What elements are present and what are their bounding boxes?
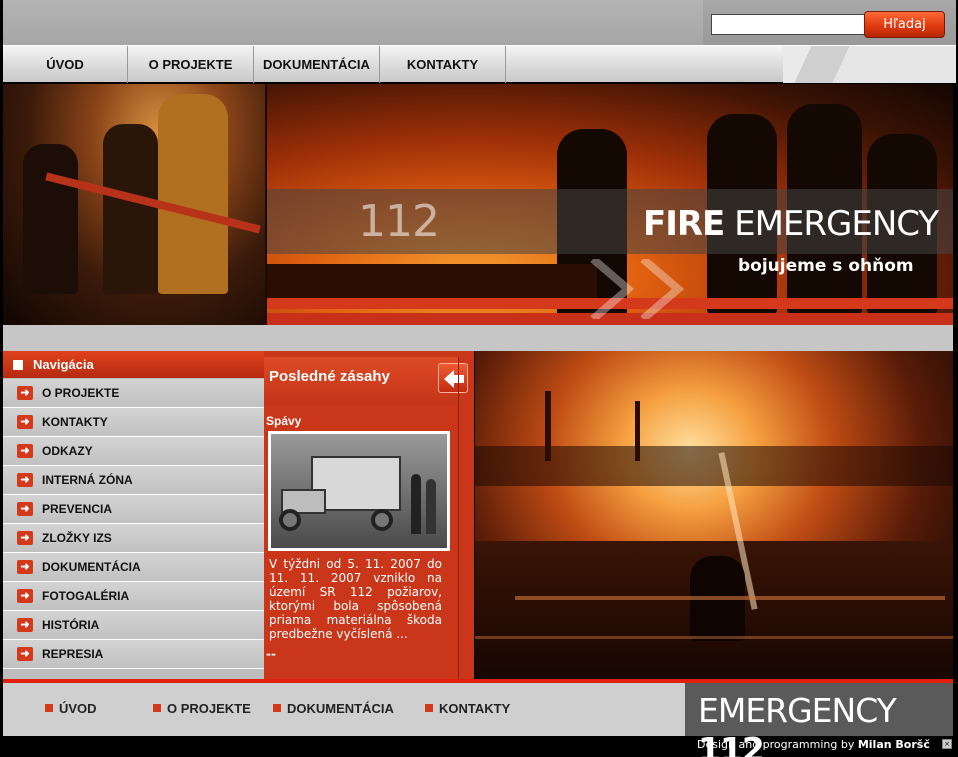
- footer-nav-label: O PROJEKTE: [167, 701, 251, 716]
- search-area: Hľadaj: [703, 0, 956, 45]
- banner-number: 112: [358, 196, 440, 247]
- left-nav: Navigácia ➜ O PROJEKTE ➜ KONTAKTY ➜ ODKAZY …: [3, 351, 264, 682]
- vintage-fire-truck-image: [271, 434, 447, 548]
- left-nav-item-represia[interactable]: ➜ REPRESIA: [3, 640, 264, 669]
- burning-building-image: [475, 351, 953, 682]
- left-nav-item-historia[interactable]: ➜ HISTÓRIA: [3, 611, 264, 640]
- square-icon: [153, 704, 161, 712]
- news-panel: Posledné zásahy Spávy V týždni od 5. 11.…: [264, 351, 474, 682]
- arrow-right-icon: ➜: [17, 647, 33, 661]
- page: Hľadaj ÚVOD O PROJEKTE DOKUMENTÁCIA KONT…: [0, 0, 958, 757]
- left-nav-label: ODKAZY: [42, 444, 93, 458]
- arrow-right-icon: ➜: [17, 589, 33, 603]
- nav-decoration: [783, 46, 956, 83]
- footer-nav-o-projekte[interactable]: O PROJEKTE: [153, 701, 251, 716]
- footer-nav-uvod[interactable]: ÚVOD: [45, 701, 97, 716]
- credit-text: Design and programming by Milan Boršč: [697, 738, 930, 751]
- left-nav-header: Navigácia: [3, 351, 264, 378]
- footer-nav-label: DOKUMENTÁCIA: [287, 701, 394, 716]
- left-nav-label: INTERNÁ ZÓNA: [42, 473, 133, 487]
- arrow-right-icon: ➜: [17, 502, 33, 516]
- top-bar: Hľadaj: [3, 0, 956, 45]
- section-divider: [3, 325, 953, 351]
- footer-logo-word: EMERGENCY: [698, 691, 897, 730]
- banner-subtitle: bojujeme s ohňom: [738, 256, 914, 276]
- left-nav-label: O PROJEKTE: [42, 386, 120, 400]
- left-nav-label: KONTAKTY: [42, 415, 108, 429]
- left-nav-label: REPRESIA: [42, 647, 104, 661]
- header-banner: 112 FIRE EMERGENCY bojujeme s ohňom: [3, 84, 953, 325]
- left-nav-label: DOKUMENTÁCIA: [42, 560, 141, 574]
- top-nav-o-projekte[interactable]: O PROJEKTE: [128, 46, 254, 83]
- left-nav-item-zlozky-izs[interactable]: ➜ ZLOŽKY IZS: [3, 524, 264, 553]
- back-button[interactable]: [438, 363, 468, 393]
- news-more-link[interactable]: --: [266, 647, 276, 661]
- credit-author-link[interactable]: Milan Boršč: [858, 738, 930, 751]
- left-nav-label: PREVENCIA: [42, 502, 113, 516]
- footer-nav-kontakty[interactable]: KONTAKTY: [425, 701, 510, 716]
- close-icon[interactable]: ×: [942, 739, 952, 749]
- news-border: [458, 357, 459, 682]
- left-nav-title: Navigácia: [33, 357, 94, 372]
- footer-logo: EMERGENCY 112: [685, 683, 953, 757]
- left-nav-item-interna-zona[interactable]: ➜ INTERNÁ ZÓNA: [3, 466, 264, 495]
- left-nav-item-kontakty[interactable]: ➜ KONTAKTY: [3, 408, 264, 437]
- square-icon: [273, 704, 281, 712]
- arrow-right-icon: ➜: [17, 386, 33, 400]
- left-nav-item-dokumentacia[interactable]: ➜ DOKUMENTÁCIA: [3, 553, 264, 582]
- credit-prefix: Design and programming by: [697, 738, 858, 751]
- arrow-right-icon: ➜: [17, 444, 33, 458]
- footer-nav-label: KONTAKTY: [439, 701, 511, 716]
- search-button[interactable]: Hľadaj: [864, 11, 945, 38]
- news-label: Spávy: [266, 414, 302, 428]
- left-nav-item-odkazy[interactable]: ➜ ODKAZY: [3, 437, 264, 466]
- top-nav-uvod[interactable]: ÚVOD: [3, 46, 128, 83]
- left-nav-label: HISTÓRIA: [42, 618, 100, 632]
- left-nav-label: FOTOGALÉRIA: [42, 589, 130, 603]
- banner-title: FIRE EMERGENCY: [643, 204, 939, 244]
- arrow-left-icon: [444, 370, 464, 388]
- square-icon: [13, 360, 23, 370]
- arrow-right-icon: ➜: [17, 531, 33, 545]
- footer-nav-dokumentacia[interactable]: DOKUMENTÁCIA: [273, 701, 394, 716]
- chevron-decoration-icon: [590, 259, 685, 319]
- news-photo[interactable]: [268, 431, 450, 551]
- square-icon: [425, 704, 433, 712]
- square-icon: [45, 704, 53, 712]
- arrow-right-icon: ➜: [17, 415, 33, 429]
- left-nav-item-fotogaleria[interactable]: ➜ FOTOGALÉRIA: [3, 582, 264, 611]
- top-nav-kontakty[interactable]: KONTAKTY: [380, 46, 506, 83]
- footer-nav: ÚVOD O PROJEKTE DOKUMENTÁCIA KONTAKTY: [3, 683, 685, 736]
- arrow-right-icon: ➜: [17, 560, 33, 574]
- top-nav-dokumentacia[interactable]: DOKUMENTÁCIA: [254, 46, 380, 83]
- news-text: V týždni od 5. 11. 2007 do 11. 11. 2007 …: [269, 557, 442, 641]
- arrow-right-icon: ➜: [17, 473, 33, 487]
- arrow-right-icon: ➜: [17, 618, 33, 632]
- left-nav-item-prevencia[interactable]: ➜ PREVENCIA: [3, 495, 264, 524]
- search-input[interactable]: [711, 14, 865, 35]
- firefighters-image: [3, 84, 265, 325]
- footer-nav-label: ÚVOD: [59, 701, 97, 716]
- left-nav-item-o-projekte[interactable]: ➜ O PROJEKTE: [3, 379, 264, 408]
- news-title: Posledné zásahy: [269, 368, 390, 385]
- banner-title-rest: EMERGENCY: [724, 204, 939, 244]
- banner-title-bold: FIRE: [643, 204, 725, 244]
- left-nav-label: ZLOŽKY IZS: [42, 531, 112, 545]
- top-nav: ÚVOD O PROJEKTE DOKUMENTÁCIA KONTAKTY: [3, 45, 956, 83]
